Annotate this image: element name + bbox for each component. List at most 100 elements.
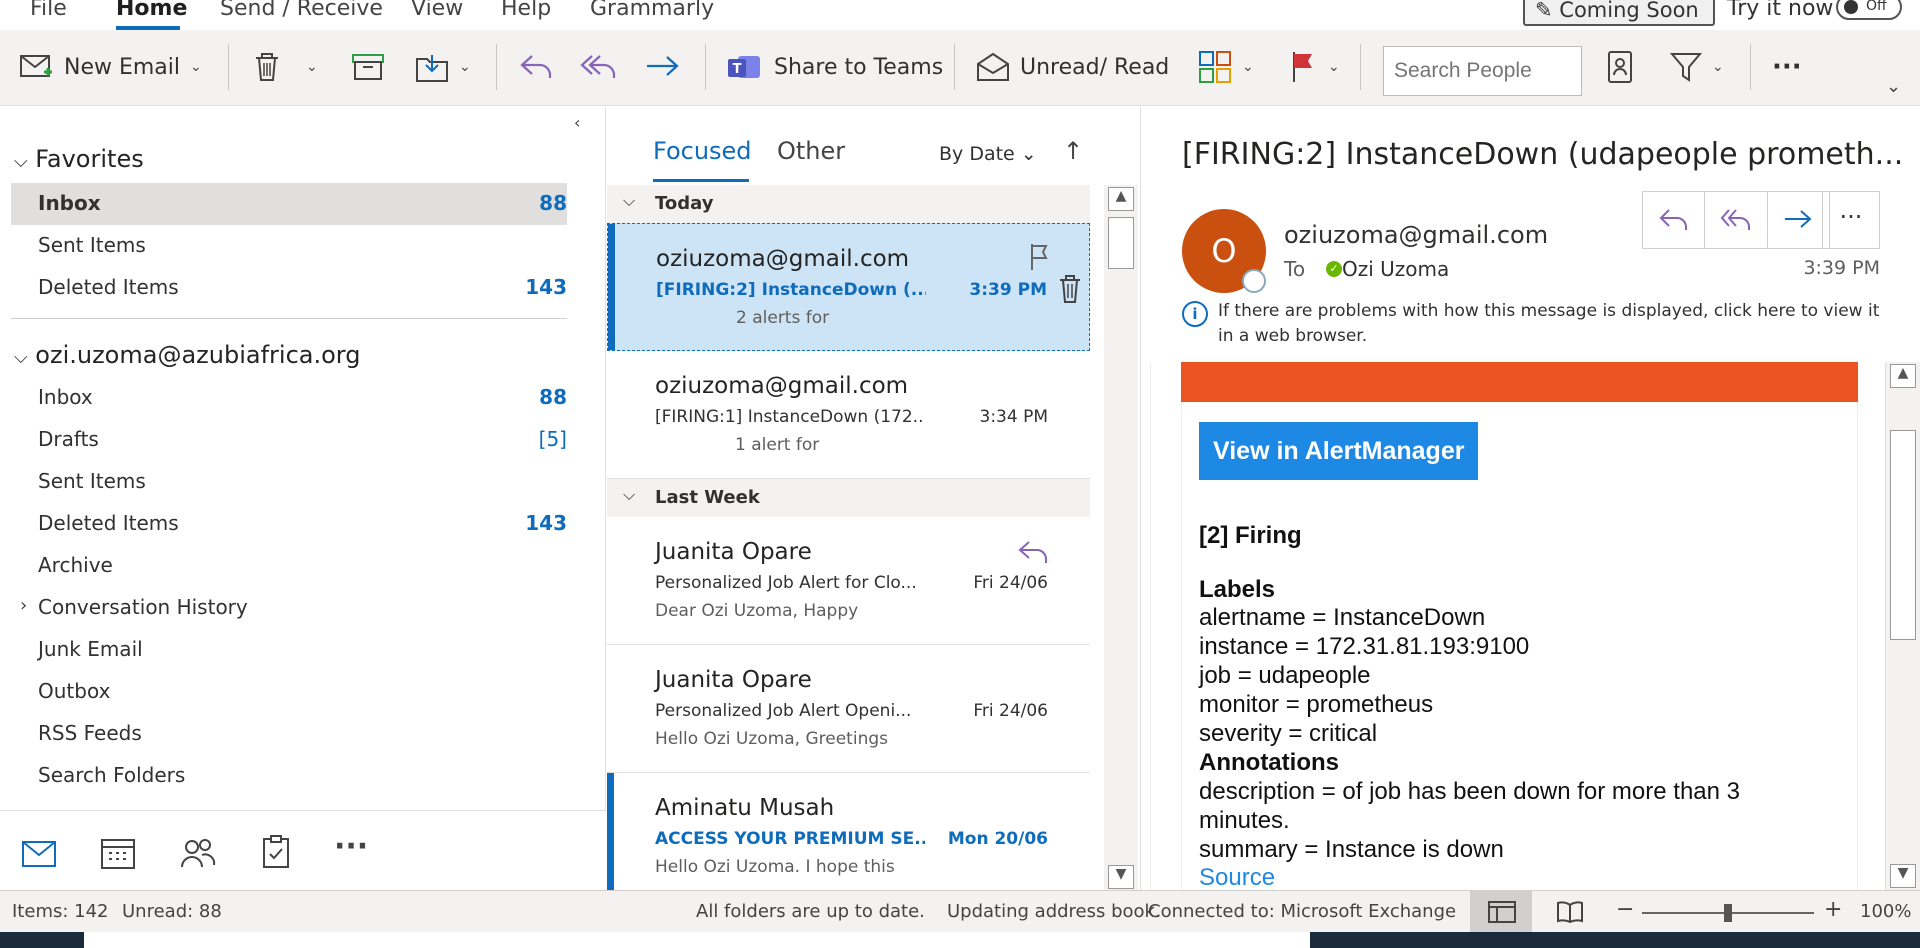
new-outlook-toggle[interactable]: Off [1836, 0, 1902, 20]
filter-email-button[interactable]: ⌄ [1670, 44, 1724, 90]
follow-up-button[interactable]: ⌄ [1290, 44, 1340, 90]
favorites-header[interactable]: ⌵ Favorites [14, 145, 144, 173]
folder-inbox[interactable]: Inbox [38, 385, 93, 409]
reply-all-button[interactable] [580, 44, 618, 90]
tab-view[interactable]: View [411, 0, 463, 21]
sort-by-button[interactable]: By Date ⌄ [939, 143, 1037, 165]
more-modules-icon[interactable]: ··· [334, 829, 368, 864]
chevron-down-icon[interactable]: ⌄ [1328, 59, 1340, 75]
folder-outbox[interactable]: Outbox [38, 679, 110, 703]
scroll-up-icon[interactable]: ▲ [1108, 187, 1134, 211]
search-people-input[interactable] [1383, 46, 1582, 96]
chevron-down-icon[interactable]: ⌄ [190, 59, 202, 75]
reply-button[interactable] [518, 44, 554, 90]
sender-address[interactable]: oziuzoma@gmail.com [1284, 221, 1548, 249]
tab-home[interactable]: Home [116, 0, 187, 21]
mail-icon[interactable] [22, 841, 56, 867]
group-header-today[interactable]: ⌵ Today [607, 185, 1090, 223]
list-item[interactable]: Juanita Opare Personalized Job Alert for… [607, 517, 1090, 645]
folder-rss-feeds[interactable]: RSS Feeds [38, 721, 142, 745]
chevron-down-icon[interactable]: ⌄ [306, 59, 318, 75]
folder-drafts[interactable]: Drafts [38, 427, 99, 451]
share-to-teams-button[interactable]: T Share to Teams [726, 44, 943, 90]
message-list-scrollbar[interactable]: ▲ ▼ [1104, 185, 1138, 890]
presence-available-icon: ✓ [1326, 261, 1342, 277]
favorites-deleted-items[interactable]: Deleted Items [38, 275, 179, 299]
chevron-down-icon[interactable]: ⌄ [459, 59, 471, 75]
more-actions-button[interactable]: ··· [1822, 191, 1880, 249]
recipient[interactable]: Ozi Uzoma [1342, 257, 1449, 281]
normal-view-button[interactable] [1470, 891, 1532, 933]
reading-view-icon[interactable] [1556, 901, 1584, 923]
address-book-status: Updating address book. [947, 901, 1161, 922]
zoom-slider[interactable] [1642, 904, 1814, 922]
zoom-in-icon[interactable]: + [1824, 897, 1842, 922]
people-icon[interactable] [180, 837, 216, 869]
presence-icon [1242, 269, 1266, 293]
list-item[interactable]: oziuzoma@gmail.com [FIRING:1] InstanceDo… [607, 351, 1090, 479]
account-header[interactable]: ⌵ ozi.uzoma@azubiafrica.org [14, 341, 360, 369]
scroll-down-icon[interactable]: ▼ [1108, 865, 1134, 889]
folder-archive[interactable]: Archive [38, 553, 113, 577]
scroll-thumb[interactable] [1108, 217, 1134, 269]
coming-soon-button[interactable]: ✎ Coming Soon [1523, 0, 1715, 26]
group-header-last-week[interactable]: ⌵ Last Week [607, 479, 1090, 517]
forward-button[interactable] [1768, 192, 1829, 248]
archive-button[interactable] [352, 44, 384, 90]
collapse-pane-icon[interactable]: ‹ [574, 113, 580, 132]
list-item[interactable]: Juanita Opare Personalized Job Alert Ope… [607, 645, 1090, 773]
reading-pane-scrollbar[interactable]: ▲ ▼ [1885, 362, 1920, 890]
folder-search-folders[interactable]: Search Folders [38, 763, 185, 787]
sync-status: All folders are up to date. [696, 901, 925, 922]
chevron-down-icon[interactable]: ⌄ [1712, 59, 1724, 75]
tasks-icon[interactable] [262, 835, 290, 869]
unread-read-button[interactable]: Unread/ Read [976, 44, 1169, 90]
folder-junk-email[interactable]: Junk Email [38, 637, 143, 661]
flag-icon[interactable] [1028, 242, 1052, 272]
tab-focused[interactable]: Focused [653, 137, 752, 165]
tab-other[interactable]: Other [777, 137, 845, 165]
tab-file[interactable]: File [30, 0, 67, 21]
forward-button[interactable] [645, 44, 681, 90]
taskbar-window[interactable] [84, 932, 1310, 948]
scroll-thumb[interactable] [1890, 430, 1916, 640]
favorites-inbox[interactable]: Inbox [38, 191, 101, 215]
move-button[interactable]: ⌄ [415, 44, 471, 90]
chevron-down-icon: ⌄ [1020, 143, 1037, 165]
delete-button[interactable]: ⌄ [252, 44, 318, 90]
scroll-down-icon[interactable]: ▼ [1890, 864, 1916, 888]
received-time: 3:39 PM [1803, 257, 1880, 279]
folder-sent-items[interactable]: Sent Items [38, 469, 146, 493]
source-link[interactable]: Source [1199, 864, 1275, 890]
categorize-button[interactable]: ⌄ [1198, 44, 1254, 90]
sort-label: By Date [939, 143, 1015, 165]
unread-count: 143 [525, 511, 567, 535]
tab-grammarly[interactable]: Grammarly [590, 0, 714, 21]
sort-direction-icon[interactable]: ↑ [1063, 137, 1083, 165]
list-item[interactable]: oziuzoma@gmail.com [FIRING:2] InstanceDo… [607, 223, 1090, 351]
new-email-button[interactable]: New Email ⌄ [20, 44, 202, 90]
calendar-icon[interactable] [101, 837, 135, 869]
reply-icon [1659, 209, 1687, 230]
list-item[interactable]: Aminatu Musah ACCESS YOUR PREMIUM SE... … [607, 773, 1090, 901]
chevron-down-icon[interactable]: ⌄ [1242, 59, 1254, 75]
info-bar[interactable]: i If there are problems with how this me… [1182, 299, 1882, 349]
tab-send-receive[interactable]: Send / Receive [220, 0, 383, 21]
view-in-alertmanager-button[interactable]: View in AlertManager [1199, 422, 1479, 480]
address-book-button[interactable] [1606, 44, 1634, 90]
collapse-ribbon-icon[interactable]: ⌄ [1886, 76, 1901, 97]
connection-status: Connected to: Microsoft Exchange [1148, 901, 1457, 922]
zoom-out-icon[interactable]: − [1616, 897, 1634, 922]
favorites-sent-items[interactable]: Sent Items [38, 233, 146, 257]
reply-button[interactable] [1643, 192, 1706, 248]
group-label: Today [655, 193, 714, 214]
reply-all-button[interactable] [1705, 192, 1768, 248]
more-commands-button[interactable]: ··· [1772, 44, 1802, 90]
scroll-up-icon[interactable]: ▲ [1890, 364, 1916, 388]
chevron-right-icon[interactable]: › [20, 595, 27, 616]
zoom-slider-thumb[interactable] [1724, 904, 1732, 922]
folder-conversation-history[interactable]: Conversation History [38, 595, 248, 619]
folder-deleted-items[interactable]: Deleted Items [38, 511, 179, 535]
trash-icon[interactable] [1058, 274, 1082, 304]
tab-help[interactable]: Help [501, 0, 551, 21]
